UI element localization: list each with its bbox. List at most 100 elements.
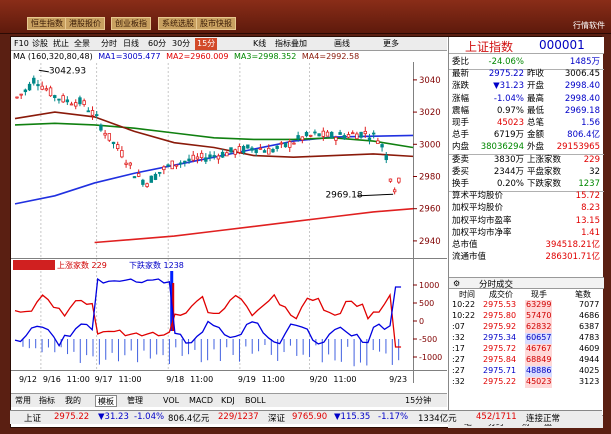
- volume-tick-label: -1000: [419, 353, 442, 362]
- quote-row: 加权平均股价 8.23: [449, 203, 604, 214]
- candle-body: [199, 152, 204, 159]
- ma2-value: MA2=2960.009: [166, 52, 229, 61]
- candle-body: [346, 134, 351, 138]
- trade-price: 2975.34: [483, 333, 517, 342]
- indicator-legend: 下跌家数 1238: [129, 260, 184, 270]
- ma3-value: MA3=2998.352: [234, 52, 297, 61]
- tab-macd[interactable]: MACD: [187, 395, 215, 407]
- tab-common[interactable]: 常用: [13, 395, 33, 407]
- quote-label: 加权平均市盈率: [452, 215, 512, 226]
- quote-panel: 上证指数 000001 委比 -24.06% 1485万 最新 2975.22 昨收 300…: [448, 37, 604, 415]
- date-tick-label: 9/12: [19, 375, 37, 384]
- price-tick-label: 2940: [419, 237, 441, 247]
- candle-body: [233, 149, 237, 155]
- index-code: 000001: [539, 38, 585, 52]
- candle-body: [330, 131, 334, 138]
- date-tick-label: 11:00: [262, 375, 285, 384]
- settings-icon[interactable]: ⚙: [453, 279, 460, 288]
- quote-row: 流通市值 286301.71亿: [449, 252, 604, 263]
- candle-body: [44, 88, 49, 91]
- candle-body: [304, 131, 309, 137]
- quote-value: 1237: [578, 179, 600, 189]
- trade-count: 4944: [579, 355, 600, 364]
- ma1-value: MA1=3005.477: [98, 52, 161, 61]
- status-change2: ▼115.35: [334, 412, 371, 422]
- toolbar-15min[interactable]: 15分: [195, 38, 218, 50]
- tab-vol[interactable]: VOL: [161, 395, 181, 407]
- quote-value: 6719万: [493, 130, 524, 141]
- quote-value: ▼31.23: [493, 81, 524, 92]
- top-button-hsi[interactable]: 恒生指数: [27, 17, 67, 30]
- candle-body: [388, 178, 393, 182]
- candle-body: [246, 144, 250, 149]
- tab-boll[interactable]: BOLL: [243, 395, 268, 407]
- quote-row: 委买 2344万 平盘家数 32: [449, 167, 604, 178]
- quote-row: 总手 6719万 金额 806.4亿: [449, 130, 604, 141]
- toolbar-kline[interactable]: K线: [253, 38, 266, 50]
- toolbar-60min[interactable]: 60分: [148, 38, 166, 50]
- candle-body: [271, 148, 275, 153]
- toolbar-diagnose[interactable]: 诊股: [32, 38, 48, 50]
- candle-body: [48, 87, 53, 97]
- top-button-hk-quotes[interactable]: 港股报价: [65, 17, 105, 30]
- index-name: 上证指数: [465, 40, 514, 54]
- toolbar-timeshare[interactable]: 分时: [101, 38, 117, 50]
- trade-volume: 63299: [525, 300, 553, 311]
- ma-params: MA (160,320,80,48): [13, 52, 93, 61]
- candle-body: [178, 162, 183, 165]
- status-connection: 连接正常: [526, 414, 561, 424]
- candle-body: [225, 152, 229, 157]
- candle-body: [132, 176, 137, 179]
- top-button-stock-picker[interactable]: 系统选股: [158, 17, 198, 30]
- indicator-legend: 上涨家数 229: [57, 260, 107, 270]
- toolbar-f10[interactable]: F10: [14, 38, 29, 50]
- toolbar-daily[interactable]: 日线: [123, 38, 139, 50]
- quote-row: 内盘 38036294 外盘 29153965: [449, 142, 604, 153]
- indicator-badge: [13, 260, 55, 270]
- toolbar-draw-line[interactable]: 画线: [334, 38, 350, 50]
- trade-count: 6387: [579, 322, 600, 331]
- candle-body: [313, 131, 317, 134]
- status-market2-label: 深证: [268, 414, 286, 424]
- quote-value: 1.56: [581, 118, 600, 128]
- quote-label: 现手: [452, 118, 470, 128]
- tab-kdj[interactable]: KDJ: [219, 395, 237, 407]
- trade-volume: 68849: [525, 355, 553, 366]
- candle-body: [128, 162, 132, 166]
- chart-pane: 3040 3020 3000 2980 2960 2940 3042.93 2969.18 上涨…: [11, 37, 447, 415]
- quote-value: 229: [583, 154, 600, 165]
- trades-header: ⚙ 分时成交: [449, 277, 604, 290]
- quote-value: 38036294: [480, 142, 524, 153]
- candle-body: [376, 140, 380, 145]
- quote-label: 加权平均股价: [452, 203, 504, 214]
- toolbar-stop[interactable]: 扰止: [53, 38, 69, 50]
- quote-value: 1485万: [569, 57, 600, 67]
- tab-manage[interactable]: 管理: [125, 395, 145, 407]
- candle-body: [40, 85, 44, 90]
- quote-label: 加权平均市净率: [452, 227, 512, 238]
- trade-price: 2975.72: [483, 344, 517, 353]
- trade-time: :27: [452, 366, 465, 375]
- candle-body: [204, 157, 208, 162]
- top-button-market-news[interactable]: 股市快报: [196, 17, 236, 30]
- status-amount: 806.4亿元: [168, 414, 210, 424]
- tab-template[interactable]: 模板: [95, 395, 117, 407]
- candle-body: [15, 96, 19, 99]
- trade-row: :07 2975.92 62832 6387: [449, 322, 604, 333]
- tab-mine[interactable]: 我的: [63, 395, 83, 407]
- quote-value: 0.20%: [496, 179, 524, 189]
- toolbar-more[interactable]: 更多: [383, 38, 399, 50]
- toolbar-30min[interactable]: 30分: [172, 38, 190, 50]
- trade-volume: 60657: [525, 333, 553, 344]
- candle-body: [208, 154, 212, 158]
- toolbar-indicator-overlay[interactable]: 指标叠加: [275, 38, 307, 50]
- candle-body: [359, 131, 363, 138]
- chart-canvas[interactable]: 3040302030002980296029403042.932969.18上涨…: [11, 37, 447, 393]
- top-button-gem-index[interactable]: 创业板指: [111, 17, 151, 30]
- quote-value: 29153965: [556, 142, 600, 153]
- toolbar-overview[interactable]: 全景: [74, 38, 90, 50]
- tab-indicator[interactable]: 指标: [37, 395, 57, 407]
- candle-body: [350, 132, 355, 135]
- candle-body: [53, 95, 57, 98]
- trades-columns: 时间 成交价 现手 笔数: [449, 289, 604, 300]
